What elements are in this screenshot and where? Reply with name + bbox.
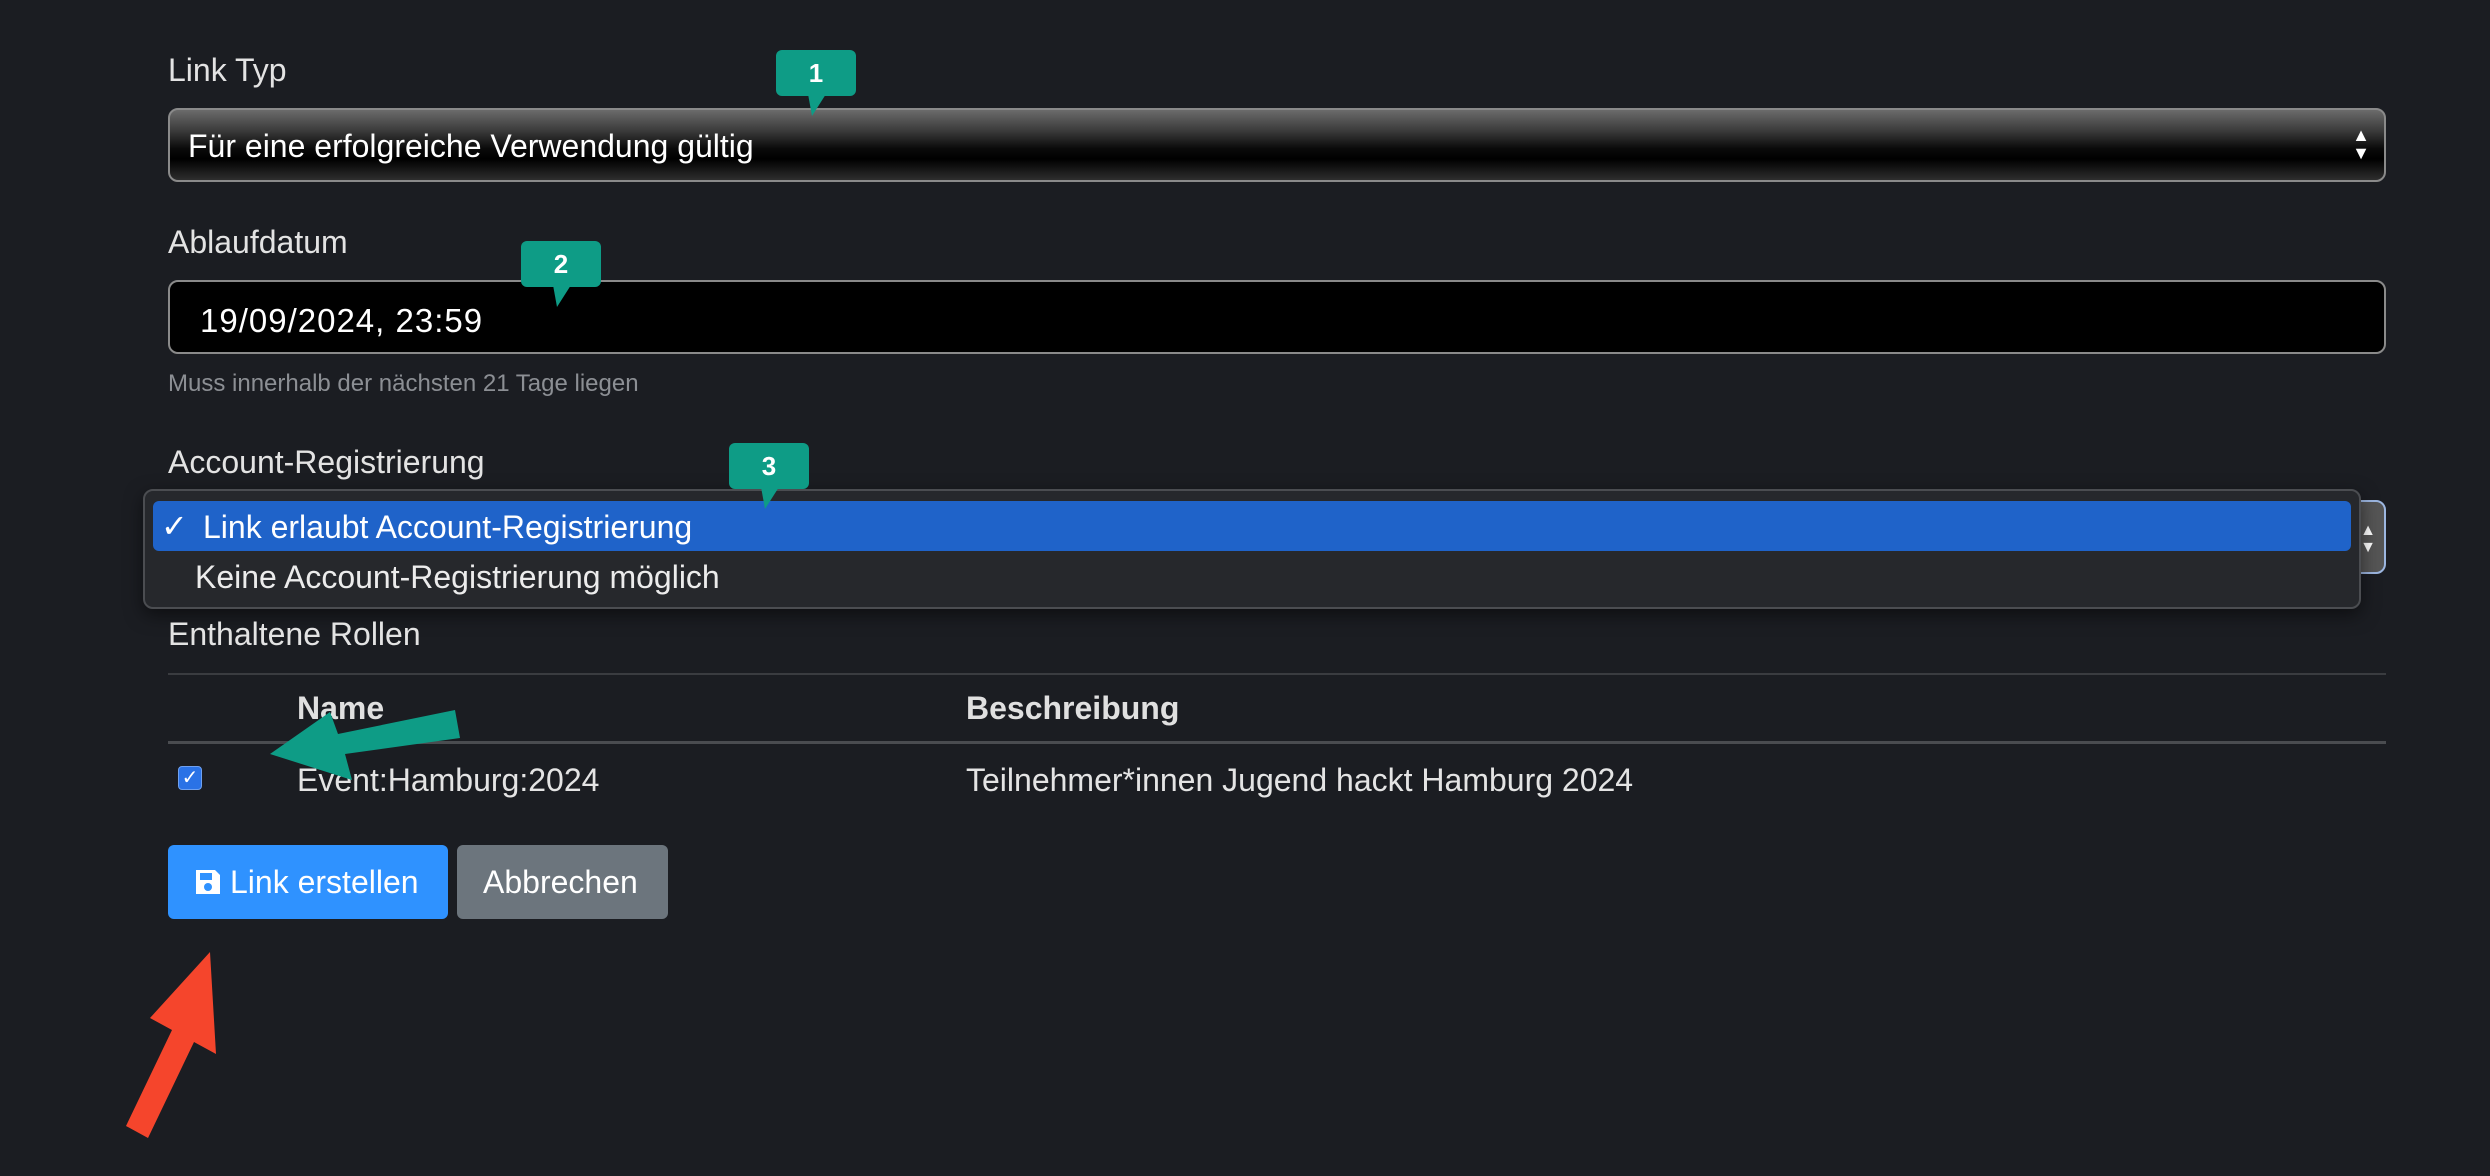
- teal-arrow-icon: [270, 710, 460, 780]
- link-type-label: Link Typ: [168, 52, 287, 88]
- option-label: Link erlaubt Account-Registrierung: [203, 509, 693, 545]
- callout-1: 1: [776, 50, 856, 96]
- callout-3: 3: [729, 443, 809, 489]
- dropdown-option-no-registration[interactable]: Keine Account-Registrierung möglich: [195, 559, 720, 596]
- table-top-border: [168, 673, 2386, 675]
- checkmark-icon: ✓: [161, 508, 188, 544]
- roles-label: Enthaltene Rollen: [168, 616, 421, 652]
- expiry-date-input[interactable]: 19/09/2024, 23:59: [168, 280, 2386, 354]
- red-arrow-icon: [126, 952, 216, 1138]
- account-registration-label: Account-Registrierung: [168, 444, 485, 480]
- save-icon: [196, 870, 220, 894]
- account-registration-dropdown: ✓ Link erlaubt Account-Registrierung Kei…: [143, 489, 2361, 609]
- create-link-label: Link erstellen: [230, 864, 419, 900]
- select-arrows-icon: ▲ ▼: [2360, 522, 2376, 556]
- role-description: Teilnehmer*innen Jugend hackt Hamburg 20…: [966, 762, 1634, 798]
- link-type-select[interactable]: Für eine erfolgreiche Verwendung gültig …: [168, 108, 2386, 182]
- callout-2: 2: [521, 241, 601, 287]
- role-checkbox[interactable]: ✓: [178, 766, 202, 790]
- column-header-description: Beschreibung: [966, 690, 1180, 726]
- select-arrows-icon: ▲ ▼: [2352, 125, 2370, 163]
- create-link-button[interactable]: Link erstellen: [168, 845, 448, 919]
- expiry-date-value: 19/09/2024, 23:59: [200, 302, 484, 339]
- expiry-label: Ablaufdatum: [168, 224, 348, 260]
- cancel-label: Abbrechen: [483, 864, 638, 900]
- dropdown-option-allow-registration[interactable]: ✓ Link erlaubt Account-Registrierung: [153, 501, 2351, 551]
- cancel-button[interactable]: Abbrechen: [457, 845, 668, 919]
- expiry-help-text: Muss innerhalb der nächsten 21 Tage lieg…: [168, 370, 639, 397]
- link-type-value: Für eine erfolgreiche Verwendung gültig: [188, 128, 754, 164]
- table-header-border: [168, 741, 2386, 744]
